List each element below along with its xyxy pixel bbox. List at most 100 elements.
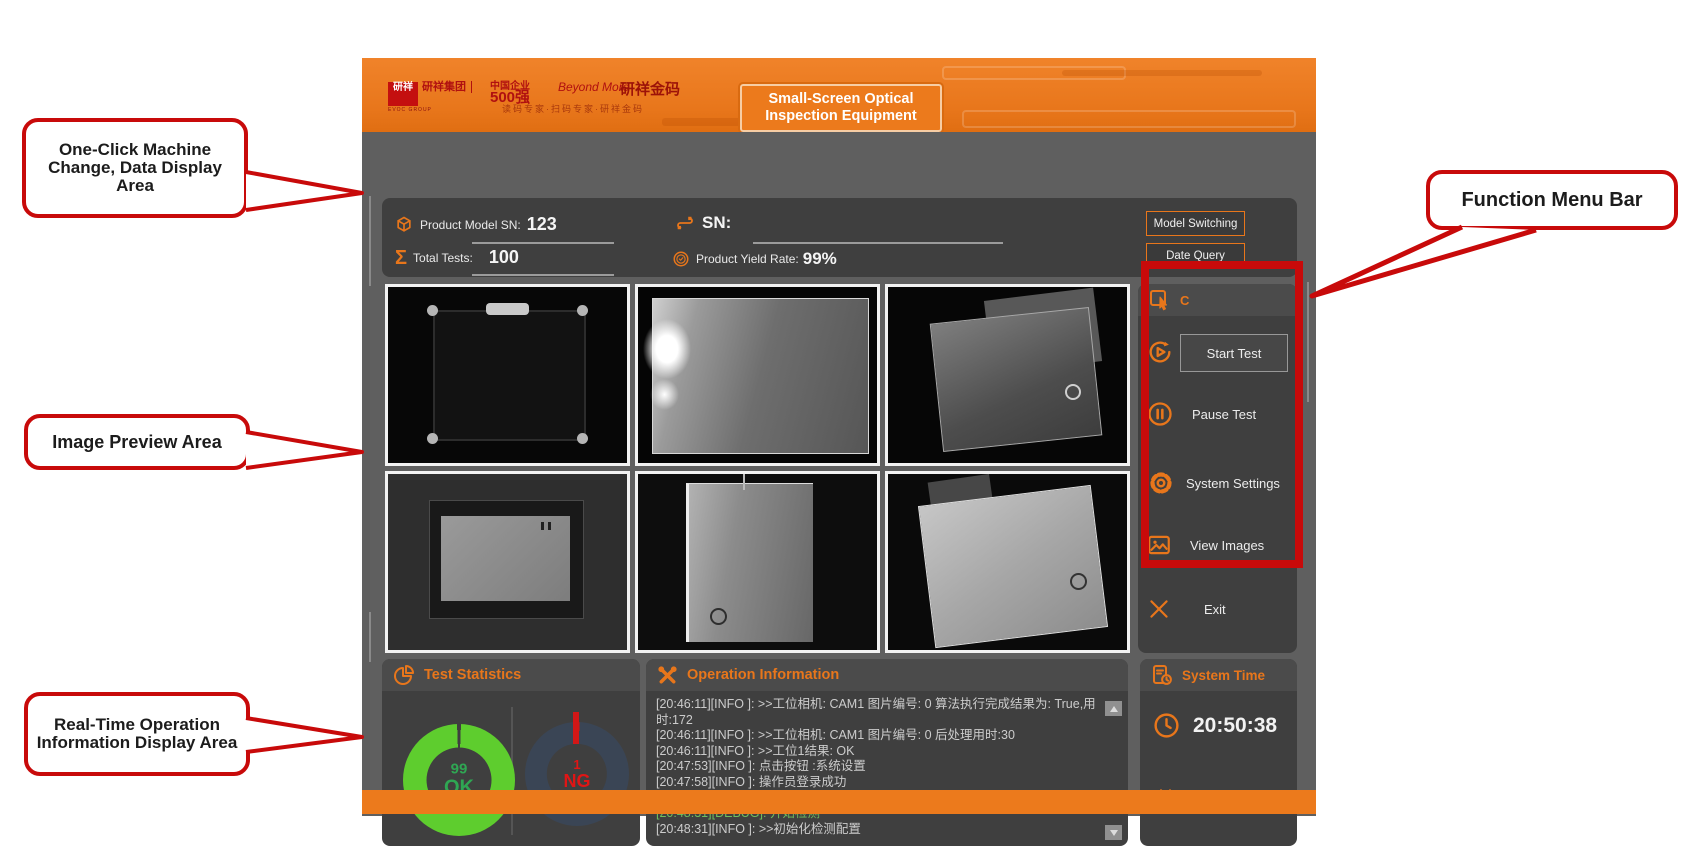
log-line: [20:46:11][INFO ]: >>工位相机: CAM1 图片编号: 0 … xyxy=(656,697,1108,728)
system-time-header: System Time xyxy=(1140,659,1297,691)
cam1-dot xyxy=(427,305,438,316)
test-statistics-panel: Test Statistics 99 OK 1 NG xyxy=(382,659,640,846)
cam6-panel xyxy=(918,485,1108,648)
callout-realtime-info: Real-Time Operation Information Display … xyxy=(24,692,250,776)
log-line: [20:47:58][INFO ]: 操作员登录成功 xyxy=(656,775,1108,791)
evoc-logo-sub: EVOC GROUP xyxy=(388,107,432,113)
pie-chart-icon xyxy=(392,663,416,687)
cam5-wire xyxy=(743,474,745,490)
system-time-icon xyxy=(1150,663,1174,687)
cam1-tab xyxy=(486,303,529,315)
logo-script: Beyond More xyxy=(558,80,629,94)
pointer-function-menu xyxy=(1312,227,1536,296)
clock-icon xyxy=(1152,711,1181,740)
product-model-value: 123 xyxy=(527,214,557,235)
callout-data-display: One-Click Machine Change, Data Display A… xyxy=(22,118,248,218)
total-tests-value: 100 xyxy=(489,247,519,268)
system-time-title: System Time xyxy=(1182,668,1265,683)
underline xyxy=(472,242,614,244)
callout-data-display-text: One-Click Machine Change, Data Display A… xyxy=(34,141,236,195)
decor-line xyxy=(1307,282,1309,402)
image-preview-grid xyxy=(385,284,1130,653)
yield-check-icon xyxy=(672,250,690,268)
operation-log[interactable]: [20:46:11][INFO ]: >>工位相机: CAM1 图片编号: 0 … xyxy=(656,697,1108,841)
total-tests-field: Σ Total Tests: 100 xyxy=(395,247,519,268)
camera-image-6 xyxy=(885,471,1130,653)
ng-count: 1 xyxy=(573,758,580,772)
box-icon xyxy=(394,215,414,235)
header-decor xyxy=(962,110,1296,128)
window-header: 研祥 EVOC GROUP 研祥集团 中国企业500强 Beyond More … xyxy=(362,58,1316,132)
log-line: [20:47:53][INFO ]: 点击按钮 :系统设置 xyxy=(656,759,1108,775)
app-title: Small-Screen Optical Inspection Equipmen… xyxy=(740,84,942,132)
logo-slogan: 读码专家·扫码专家·研祥金码 xyxy=(502,102,644,115)
yield-rate-value: 99% xyxy=(803,249,837,269)
ok-count: 99 xyxy=(451,762,468,778)
sn-label: SN: xyxy=(702,213,731,233)
tools-icon xyxy=(656,664,679,687)
test-statistics-title: Test Statistics xyxy=(424,667,521,683)
model-switching-button[interactable]: Model Switching xyxy=(1146,211,1245,236)
yield-rate-label: Product Yield Rate: xyxy=(696,252,799,266)
callout-image-preview-text: Image Preview Area xyxy=(52,433,221,451)
logo-brand: 研祥金码 xyxy=(620,78,680,99)
time-row: 20:50:38 xyxy=(1152,711,1277,740)
exit-icon xyxy=(1146,596,1172,622)
scroll-up-button[interactable] xyxy=(1105,701,1122,716)
camera-image-2 xyxy=(635,284,880,466)
menu-item-exit[interactable]: Exit xyxy=(1146,596,1226,622)
pointer-data-display xyxy=(246,172,362,210)
camera-image-1 xyxy=(385,284,630,466)
cam1-dot xyxy=(427,433,438,444)
function-menu-highlight xyxy=(1141,261,1303,568)
decor-line xyxy=(369,612,371,662)
log-line: [20:48:31][INFO ]: >>初始化检测配置 xyxy=(656,822,1108,838)
logo-group-text: 研祥集团 xyxy=(422,81,472,93)
cam4-mark xyxy=(541,522,544,530)
down-arrow-icon xyxy=(1110,830,1118,836)
operation-info-panel: Operation Information [20:46:11][INFO ]:… xyxy=(646,659,1128,846)
ok-donut-chart: 99 OK xyxy=(403,724,515,836)
cam5-panel xyxy=(686,483,813,642)
cam1-frame xyxy=(433,310,585,441)
app-title-line1: Small-Screen Optical xyxy=(768,91,913,108)
evoc-logo: 研祥 xyxy=(388,82,418,106)
camera-image-4 xyxy=(385,471,630,653)
product-model-label: Product Model SN: xyxy=(420,218,521,232)
cam3-mark xyxy=(1065,384,1081,400)
cam2-glare xyxy=(650,379,679,411)
pointer-image-preview xyxy=(246,432,362,468)
cam1-dot xyxy=(577,433,588,444)
header-decor xyxy=(1062,70,1262,76)
current-time: 20:50:38 xyxy=(1193,714,1277,738)
product-model-field: Product Model SN: 123 xyxy=(394,214,557,235)
total-tests-label: Total Tests: xyxy=(413,251,473,265)
camera-image-5 xyxy=(635,471,880,653)
callout-image-preview: Image Preview Area xyxy=(24,414,250,470)
log-line: [20:46:11][INFO ]: >>工位相机: CAM1 图片编号: 0 … xyxy=(656,728,1108,744)
cam3-panel xyxy=(930,307,1102,452)
callout-function-menu: Function Menu Bar xyxy=(1426,170,1678,230)
system-time-panel: System Time 20:50:38 2024-08-15 xyxy=(1140,659,1297,846)
callout-function-menu-text: Function Menu Bar xyxy=(1461,191,1642,209)
ng-tick-mark xyxy=(573,712,579,744)
page: 研祥 EVOC GROUP 研祥集团 中国企业500强 Beyond More … xyxy=(0,0,1688,861)
cam1-dot xyxy=(577,305,588,316)
up-arrow-icon xyxy=(1110,706,1118,712)
decor-line xyxy=(369,196,371,286)
underline xyxy=(472,274,614,276)
callout-realtime-info-text: Real-Time Operation Information Display … xyxy=(36,716,238,752)
pointer-realtime-info xyxy=(246,718,362,752)
cam2-glare xyxy=(643,319,691,379)
underline xyxy=(753,242,1003,244)
operation-info-header: Operation Information xyxy=(646,659,1128,691)
sigma-icon: Σ xyxy=(395,249,407,267)
log-line: [20:46:11][INFO ]: >>工位1结果: OK xyxy=(656,744,1108,760)
scroll-down-button[interactable] xyxy=(1105,825,1122,840)
exit-label: Exit xyxy=(1204,602,1226,617)
ng-label: NG xyxy=(564,772,591,791)
yield-rate-field: Product Yield Rate: 99% xyxy=(672,249,837,269)
sn-flow-icon xyxy=(674,212,696,234)
cam6-mark xyxy=(1070,573,1087,590)
cam4-mark xyxy=(548,522,551,530)
